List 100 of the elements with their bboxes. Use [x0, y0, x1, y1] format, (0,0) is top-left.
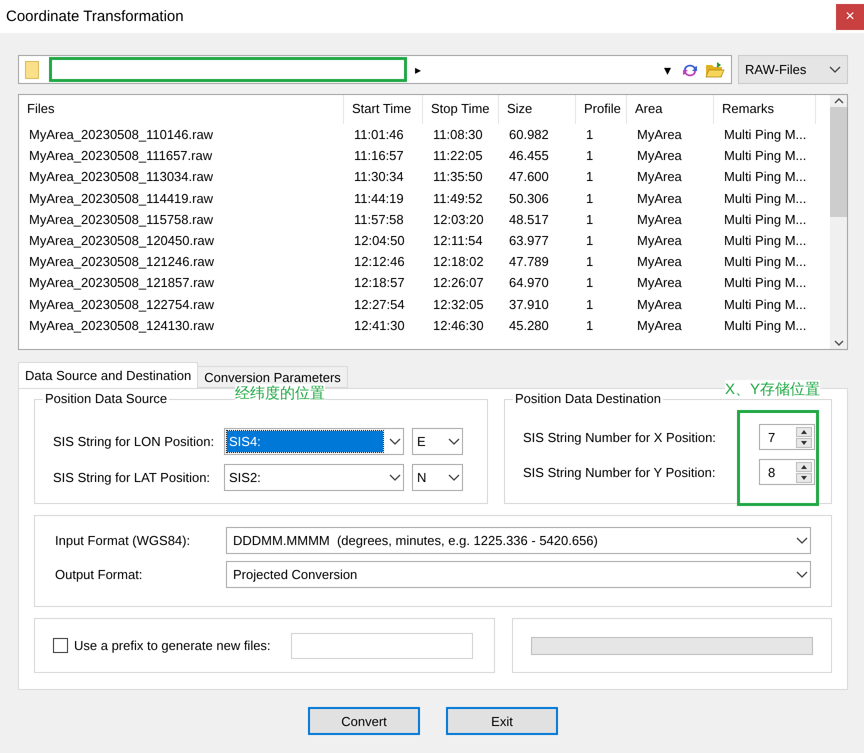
field-label: Input Format (WGS84):: [55, 533, 192, 548]
table-cell-text: MyArea_20230508_120450.raw: [28, 233, 216, 248]
file-type-dropdown[interactable]: RAW-Files: [738, 55, 848, 84]
scroll-down-icon[interactable]: [834, 339, 844, 347]
table-cell-text: Multi Ping M...: [723, 275, 808, 290]
table-cell-text: MyArea: [636, 254, 683, 270]
dropdown-icon[interactable]: ▾: [664, 62, 671, 78]
close-button[interactable]: ×: [836, 4, 864, 30]
table-cell-text: 12:11:54: [432, 233, 484, 248]
column-header[interactable]: Stop Time: [423, 95, 499, 124]
table-cell-text: MyArea_20230508_113034.raw: [28, 169, 214, 184]
prefix-input-field[interactable]: [290, 632, 473, 658]
table-cell-text: MyArea: [636, 127, 683, 142]
arrow-icon: ▸: [415, 62, 421, 76]
chevron-down-icon: [796, 536, 808, 544]
table-cell-text: MyArea_20230508_110146.raw: [28, 127, 214, 142]
spin-down-icon[interactable]: [796, 438, 812, 448]
exit-button[interactable]: Exit: [446, 707, 558, 735]
number-spinner[interactable]: 8: [759, 459, 815, 485]
chevron-down-icon: [389, 474, 401, 482]
table-cell-text: 1: [585, 254, 594, 270]
table-cell-text: MyArea_20230508_121857.raw: [28, 275, 216, 290]
table-cell-text: 1: [585, 296, 594, 312]
sis-dropdown[interactable]: SIS4:: [224, 428, 404, 455]
table-cell-text: 1: [585, 148, 594, 164]
table-cell-text: 1: [585, 275, 594, 290]
table-cell-text: 1: [585, 318, 594, 333]
table-cell-text: MyArea: [636, 190, 683, 206]
table-cell-text: Multi Ping M...: [723, 148, 808, 164]
column-header[interactable]: Size: [499, 95, 576, 124]
table-cell-text: MyArea: [636, 318, 683, 333]
table-cell-text: Multi Ping M...: [723, 254, 808, 270]
chevron-down-icon: [389, 438, 401, 446]
table-cell-text: 12:32:05: [432, 296, 485, 312]
table-cell-text: 12:41:30: [353, 318, 406, 333]
column-header[interactable]: Remarks: [714, 95, 816, 124]
table-cell-text: MyArea: [636, 233, 683, 248]
table-cell-text: 12:46:30: [432, 318, 485, 333]
table-cell-text: 37.910: [508, 296, 550, 312]
column-header[interactable]: Area: [627, 95, 714, 124]
table-cell-text: 50.306: [508, 190, 550, 206]
chevron-down-icon: [448, 474, 460, 482]
table-cell-text: 11:08:30: [432, 127, 484, 142]
column-header[interactable]: Profile: [576, 95, 627, 124]
table-cell-text: 48.517: [508, 212, 550, 227]
folder-icon: [25, 60, 39, 78]
table-cell-text: 11:01:46: [353, 127, 405, 142]
table-cell-text: MyArea_20230508_124130.raw: [28, 318, 216, 333]
annotation-note: X、Y存储位置: [725, 380, 820, 399]
table-cell-text: 64.970: [508, 275, 550, 290]
table-cell-text: 1: [585, 169, 594, 184]
path-field[interactable]: ▸ ▾: [18, 55, 732, 84]
number-spinner[interactable]: 7: [759, 424, 815, 450]
table-cell-text: 11:30:34: [353, 169, 405, 184]
table-cell-text: MyArea_20230508_111657.raw: [28, 148, 214, 164]
spin-up-icon[interactable]: [796, 426, 812, 436]
table-cell-text: MyArea_20230508_122754.raw: [28, 296, 216, 312]
scroll-thumb[interactable]: [830, 107, 847, 217]
window-title: Coordinate Transformation: [6, 8, 184, 25]
column-header[interactable]: Start Time: [344, 95, 423, 124]
table-cell-text: MyArea: [636, 169, 683, 184]
field-label: SIS String for LON Position:: [53, 434, 216, 449]
field-label: SIS String Number for X Position:: [523, 430, 717, 444]
column-header[interactable]: Files: [19, 95, 344, 124]
convert-button[interactable]: Convert: [308, 707, 420, 735]
sis-dropdown[interactable]: SIS2:: [224, 464, 404, 491]
tab[interactable]: Data Source and Destination: [18, 362, 198, 388]
scroll-up-icon[interactable]: [834, 97, 844, 105]
chevron-down-icon: [829, 66, 841, 74]
chevron-down-icon: [796, 570, 808, 578]
open-folder-icon[interactable]: [705, 60, 725, 78]
table-cell-text: 1: [585, 233, 594, 248]
spin-down-icon[interactable]: [796, 472, 812, 482]
table-cell-text: 60.982: [508, 127, 550, 142]
table-cell-text: 1: [585, 212, 594, 227]
table-cell-text: 11:35:50: [432, 169, 484, 184]
table-cell-text: 47.789: [508, 254, 550, 270]
format-dropdown[interactable]: DDDMM.MMMM (degrees, minutes, e.g. 1225.336 - 5420.656): [226, 527, 811, 554]
table-cell-text: MyArea_20230508_114419.raw: [28, 190, 214, 206]
table-cell-text: 11:44:19: [353, 190, 405, 206]
prefix-checkbox[interactable]: [53, 638, 68, 653]
table-cell-text: Multi Ping M...: [723, 190, 808, 206]
table-cell-text: 12:27:54: [353, 296, 406, 312]
group-title: Position Data Source: [43, 391, 170, 406]
scrollbar[interactable]: [830, 95, 847, 349]
table-cell-text: 12:18:02: [432, 254, 485, 270]
field-label: SIS String for LAT Position:: [53, 470, 212, 485]
format-dropdown[interactable]: Projected Conversion: [226, 561, 811, 588]
table-cell-text: 12:04:50: [353, 233, 406, 248]
hemisphere-dropdown[interactable]: E: [412, 428, 463, 455]
table-cell-text: 11:16:57: [353, 148, 405, 164]
spin-up-icon[interactable]: [796, 462, 812, 472]
table-cell-text: MyArea_20230508_115758.raw: [28, 212, 214, 227]
table-cell-text: 46.455: [508, 148, 550, 164]
chevron-down-icon: [448, 438, 460, 446]
table-cell-text: MyArea: [636, 296, 683, 312]
hemisphere-dropdown[interactable]: N: [412, 464, 463, 491]
table-cell-text: Multi Ping M...: [723, 233, 808, 248]
table-cell-text: 47.600: [508, 169, 550, 184]
table-cell-text: 1: [585, 190, 594, 206]
